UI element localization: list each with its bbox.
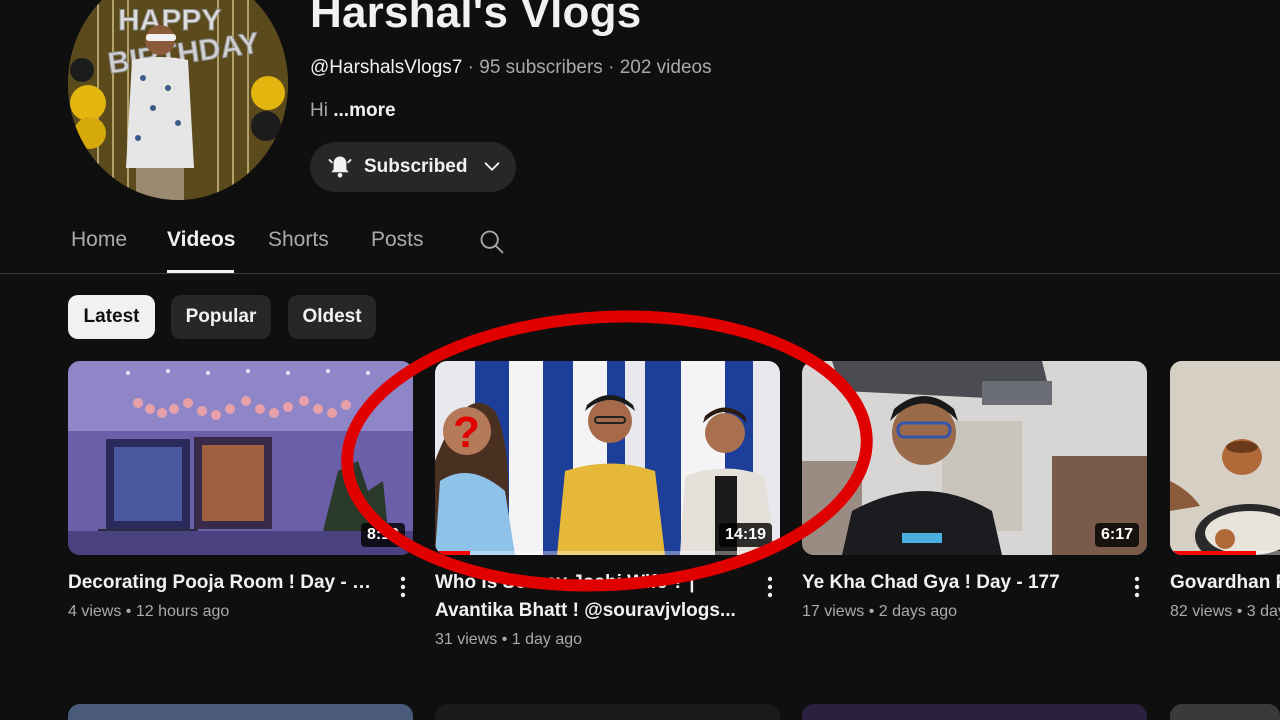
- channel-meta: @HarshalsVlogs7 · 95 subscribers · 202 v…: [310, 57, 712, 79]
- upload-age: 12 hours ago: [135, 603, 230, 620]
- channel-handle: @HarshalsVlogs7: [310, 57, 463, 78]
- subscribed-button[interactable]: Subscribed: [310, 142, 516, 192]
- video-duration: 6:17: [1094, 523, 1139, 547]
- video-stats: 82 views • 3 days ago: [1170, 603, 1280, 621]
- video-thumbnail[interactable]: [435, 704, 780, 720]
- video-duration: 14:19: [719, 523, 772, 547]
- video-stats: 4 views • 12 hours ago: [68, 603, 413, 621]
- video-stats: 17 views • 2 days ago: [802, 603, 1147, 621]
- upload-age: 2 days ago: [878, 603, 958, 620]
- tab-home[interactable]: Home: [71, 228, 127, 252]
- tab-posts[interactable]: Posts: [371, 228, 424, 252]
- view-count: 4 views: [68, 603, 122, 620]
- stats-separator: •: [497, 631, 512, 648]
- video-card[interactable]: 8:10 Decorating Pooja Room ! Day - 179 4…: [68, 361, 413, 621]
- video-thumbnail[interactable]: [1170, 704, 1280, 720]
- meta-separator: ·: [462, 57, 480, 78]
- video-title[interactable]: Govardhan Puja ! Day - 176: [1170, 569, 1280, 597]
- chevron-down-icon: [485, 162, 500, 172]
- upload-age: 1 day ago: [511, 631, 583, 648]
- more-actions-icon[interactable]: [1127, 569, 1147, 605]
- video-thumbnail[interactable]: [68, 704, 413, 720]
- stats-separator: •: [864, 603, 879, 620]
- video-thumbnail[interactable]: ? 14:19: [435, 361, 780, 555]
- watch-progress-track: [435, 551, 780, 555]
- active-tab-indicator: [167, 270, 234, 273]
- channel-description: Hi ...more: [310, 100, 396, 122]
- chip-popular[interactable]: Popular: [171, 295, 271, 339]
- video-count: 202 videos: [619, 57, 712, 78]
- more-actions-icon[interactable]: [393, 569, 413, 605]
- video-card[interactable]: Govardhan Puja ! Day - 176 82 views • 3 …: [1170, 361, 1280, 641]
- view-count: 82 views: [1170, 603, 1233, 620]
- upload-age: 3 days ago: [1246, 603, 1280, 620]
- meta-separator: ·: [602, 57, 620, 78]
- video-duration: 8:10: [360, 523, 405, 547]
- search-icon[interactable]: [478, 228, 506, 256]
- view-count: 31 views: [435, 631, 498, 648]
- video-card[interactable]: ? 14:19 Who Is Sourav Joshi Wife ? | Ava…: [435, 361, 780, 649]
- chip-latest[interactable]: Latest: [68, 295, 155, 339]
- chip-oldest[interactable]: Oldest: [288, 295, 376, 339]
- stats-separator: •: [121, 603, 136, 620]
- channel-name: Harshal's Vlogs: [310, 0, 642, 37]
- video-card[interactable]: 6:17 Ye Kha Chad Gya ! Day - 177 17 view…: [802, 361, 1147, 621]
- view-count: 17 views: [802, 603, 865, 620]
- video-title[interactable]: Ye Kha Chad Gya ! Day - 177: [802, 569, 1112, 597]
- video-title[interactable]: Decorating Pooja Room ! Day - 179: [68, 569, 378, 597]
- bell-icon: [328, 156, 352, 178]
- video-thumbnail[interactable]: [1170, 361, 1280, 555]
- more-link[interactable]: ...more: [333, 100, 395, 121]
- channel-avatar[interactable]: HAPPY BIRTHDAY: [68, 0, 288, 200]
- description-text: Hi: [310, 100, 328, 121]
- watch-progress-bar: [1170, 551, 1257, 555]
- video-stats: 31 views • 1 day ago: [435, 631, 780, 649]
- more-actions-icon[interactable]: [760, 569, 780, 605]
- stats-separator: •: [1232, 603, 1247, 620]
- video-thumbnail[interactable]: [802, 704, 1147, 720]
- tab-videos[interactable]: Videos: [167, 228, 235, 252]
- watch-progress-bar: [435, 551, 470, 555]
- channel-tabs: Home Videos Shorts Posts: [0, 218, 1280, 274]
- video-thumbnail[interactable]: 6:17: [802, 361, 1147, 555]
- svg-text:?: ?: [453, 408, 480, 457]
- video-title[interactable]: Who Is Sourav Joshi Wife ? | Avantika Bh…: [435, 569, 745, 625]
- video-thumbnail[interactable]: 8:10: [68, 361, 413, 555]
- subscriber-count: 95 subscribers: [479, 57, 603, 78]
- subscribed-label: Subscribed: [364, 156, 468, 177]
- tab-shorts[interactable]: Shorts: [268, 228, 329, 252]
